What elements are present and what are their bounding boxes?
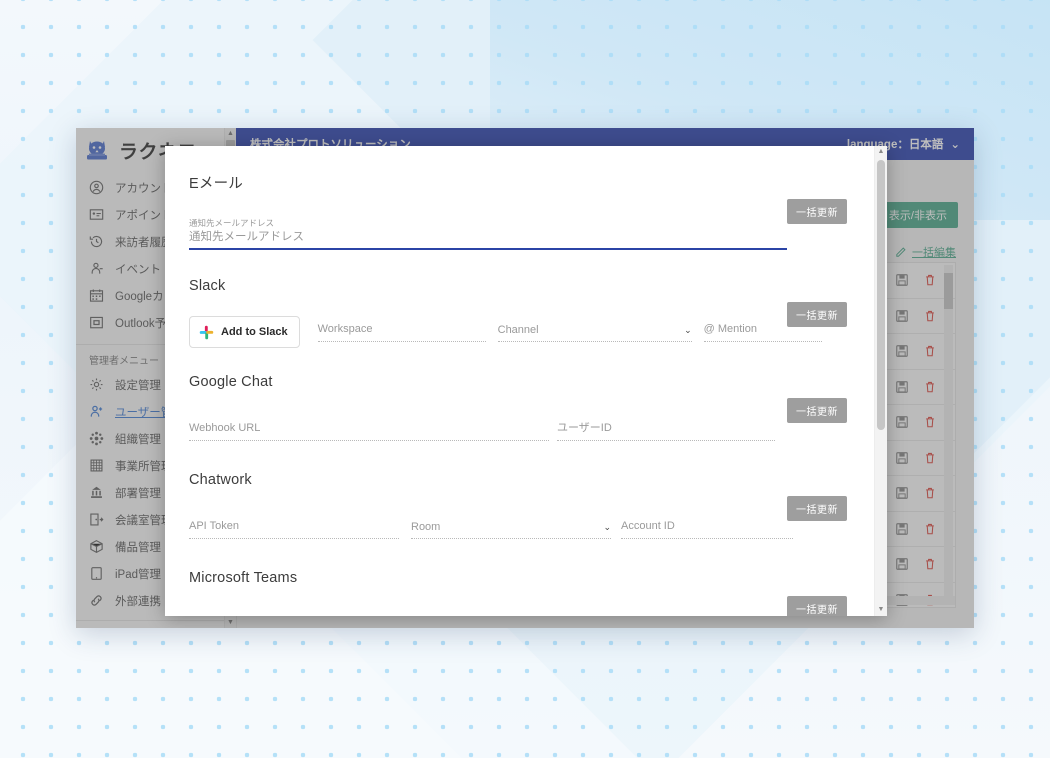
slack-channel-placeholder: Channel bbox=[497, 323, 539, 336]
chatwork-account-id-input[interactable]: Account ID bbox=[621, 519, 793, 539]
floppy-save-icon[interactable] bbox=[895, 415, 909, 429]
modal-scrollbar[interactable]: ▲ ▼ bbox=[874, 146, 887, 616]
chatwork-field-row: API Token Room ⌄ Account ID 一括更新 bbox=[189, 496, 847, 544]
sidebar-item-label: 設定管理 bbox=[115, 379, 161, 392]
appointment-card-icon bbox=[89, 209, 104, 220]
pencil-icon bbox=[896, 247, 906, 257]
section-slack: Slack Add to Slack Workspace Channel ⌄ @… bbox=[189, 278, 847, 348]
section-title: Slack bbox=[189, 278, 226, 294]
bulk-edit-link[interactable]: 一括編集 bbox=[895, 244, 956, 260]
meeting-room-door-icon bbox=[90, 513, 104, 526]
sidebar-item-manual[interactable]: マニュアル bbox=[76, 626, 236, 628]
browser-window: ラクネコ アカウント認証 アポイントメント 来訪者履歴 イベント Googleカ… bbox=[76, 128, 974, 628]
trash-delete-icon[interactable] bbox=[923, 557, 937, 571]
trash-delete-icon[interactable] bbox=[923, 273, 937, 287]
account-circle-icon bbox=[89, 180, 104, 195]
add-to-slack-label: Add to Slack bbox=[221, 326, 288, 338]
link-chain-icon bbox=[91, 595, 102, 606]
modal-scroll-thumb[interactable] bbox=[877, 160, 885, 430]
section-title: Eメール bbox=[189, 176, 243, 192]
table-vertical-scrollbar[interactable] bbox=[944, 265, 953, 605]
slack-logo-icon bbox=[199, 325, 214, 339]
notification-settings-modal: Eメール 通知先メールアドレス 通知先メールアドレス 一括更新 Slack Ad… bbox=[165, 146, 887, 616]
email-field-row: 通知先メールアドレス 通知先メールアドレス 一括更新 bbox=[189, 199, 847, 250]
sidebar-item-label: 組織管理 bbox=[115, 433, 161, 446]
chevron-down-icon: ⌄ bbox=[950, 139, 960, 151]
calendar-icon bbox=[89, 289, 104, 302]
bulk-update-button-slack[interactable]: 一括更新 bbox=[787, 302, 847, 327]
sidebar-item-label: 会議室管理 bbox=[115, 514, 173, 527]
floppy-save-icon[interactable] bbox=[895, 273, 909, 287]
bulk-update-button-teams[interactable]: 一括更新 bbox=[787, 596, 847, 616]
google-chat-webhook-input[interactable]: Webhook URL bbox=[189, 421, 549, 441]
table-vscroll-thumb[interactable] bbox=[944, 273, 953, 309]
sidebar-item-label: 部署管理 bbox=[115, 487, 161, 500]
sidebar-item-label: 来訪者履歴 bbox=[115, 236, 173, 249]
sidebar-item-label: iPad管理 bbox=[115, 568, 162, 581]
chatwork-room-placeholder: Room bbox=[411, 520, 441, 533]
building-icon bbox=[90, 459, 103, 472]
chevron-down-icon: ⌄ bbox=[603, 521, 611, 532]
slack-channel-select[interactable]: Channel ⌄ bbox=[497, 322, 692, 342]
bulk-update-button-google-chat[interactable]: 一括更新 bbox=[787, 398, 847, 423]
section-microsoft-teams: Microsoft Teams Webhook URL 一括更新 bbox=[189, 570, 847, 616]
section-title: Google Chat bbox=[189, 374, 273, 390]
sidebar-item-label: イベント bbox=[115, 263, 161, 276]
trash-delete-icon[interactable] bbox=[923, 380, 937, 394]
bulk-update-button-email[interactable]: 一括更新 bbox=[787, 199, 847, 224]
email-field-wrapper[interactable]: 通知先メールアドレス 通知先メールアドレス bbox=[189, 217, 787, 250]
modal-scroll-down-arrow[interactable]: ▼ bbox=[875, 604, 887, 616]
sidebar-divider-bottom bbox=[76, 620, 236, 621]
department-icon bbox=[91, 486, 102, 498]
sidebar-scroll-up-arrow[interactable]: ▲ bbox=[225, 128, 236, 139]
person-event-icon bbox=[91, 262, 103, 274]
tablet-icon bbox=[91, 567, 102, 580]
trash-delete-icon[interactable] bbox=[923, 451, 937, 465]
section-title: Microsoft Teams bbox=[189, 570, 298, 586]
sidebar-item-label: 外部連携 bbox=[115, 595, 161, 608]
email-input[interactable]: 通知先メールアドレス bbox=[189, 230, 787, 250]
section-google-chat: Google Chat Webhook URL ユーザーID 一括更新 bbox=[189, 374, 847, 446]
trash-delete-icon[interactable] bbox=[923, 344, 937, 358]
section-email: Eメール 通知先メールアドレス 通知先メールアドレス 一括更新 bbox=[189, 172, 847, 250]
chevron-down-icon: ⌄ bbox=[684, 324, 692, 335]
outlook-square-icon bbox=[90, 316, 103, 329]
add-to-slack-button[interactable]: Add to Slack bbox=[189, 316, 300, 348]
floppy-save-icon[interactable] bbox=[895, 309, 909, 323]
email-field-label: 通知先メールアドレス bbox=[189, 218, 275, 228]
trash-delete-icon[interactable] bbox=[923, 522, 937, 536]
cat-logo-icon bbox=[87, 141, 107, 160]
floppy-save-icon[interactable] bbox=[895, 486, 909, 500]
floppy-save-icon[interactable] bbox=[895, 451, 909, 465]
floppy-save-icon[interactable] bbox=[895, 557, 909, 571]
google-chat-field-row: Webhook URL ユーザーID 一括更新 bbox=[189, 398, 847, 446]
sidebar-item-label: 事業所管理 bbox=[115, 460, 173, 473]
trash-delete-icon[interactable] bbox=[923, 415, 937, 429]
desktop-background: ラクネコ アカウント認証 アポイントメント 来訪者履歴 イベント Googleカ… bbox=[0, 0, 1050, 758]
user-add-icon bbox=[90, 405, 103, 417]
google-chat-userid-input[interactable]: ユーザーID bbox=[557, 421, 775, 441]
bulk-edit-label: 一括編集 bbox=[912, 247, 956, 259]
slack-field-row: Add to Slack Workspace Channel ⌄ @ Menti… bbox=[189, 302, 847, 348]
floppy-save-icon[interactable] bbox=[895, 344, 909, 358]
bulk-update-button-chatwork[interactable]: 一括更新 bbox=[787, 496, 847, 521]
trash-delete-icon[interactable] bbox=[923, 309, 937, 323]
sidebar-scroll-down-arrow[interactable]: ▼ bbox=[225, 617, 236, 628]
org-network-icon bbox=[89, 431, 104, 446]
modal-body: Eメール 通知先メールアドレス 通知先メールアドレス 一括更新 Slack Ad… bbox=[165, 146, 875, 616]
slack-workspace-input[interactable]: Workspace bbox=[317, 322, 486, 342]
chatwork-room-select[interactable]: Room ⌄ bbox=[411, 519, 611, 539]
chatwork-api-token-input[interactable]: API Token bbox=[189, 519, 399, 539]
gear-icon bbox=[90, 378, 103, 391]
floppy-save-icon[interactable] bbox=[895, 380, 909, 394]
section-chatwork: Chatwork API Token Room ⌄ Account ID 一括更… bbox=[189, 472, 847, 544]
trash-delete-icon[interactable] bbox=[923, 486, 937, 500]
section-title: Chatwork bbox=[189, 472, 252, 488]
floppy-save-icon[interactable] bbox=[895, 522, 909, 536]
modal-scroll-area: Eメール 通知先メールアドレス 通知先メールアドレス 一括更新 Slack Ad… bbox=[165, 146, 875, 616]
modal-scroll-up-arrow[interactable]: ▲ bbox=[875, 146, 887, 158]
history-clock-icon bbox=[89, 235, 103, 248]
box-package-icon bbox=[90, 540, 103, 553]
sidebar-item-label: 備品管理 bbox=[115, 541, 161, 554]
